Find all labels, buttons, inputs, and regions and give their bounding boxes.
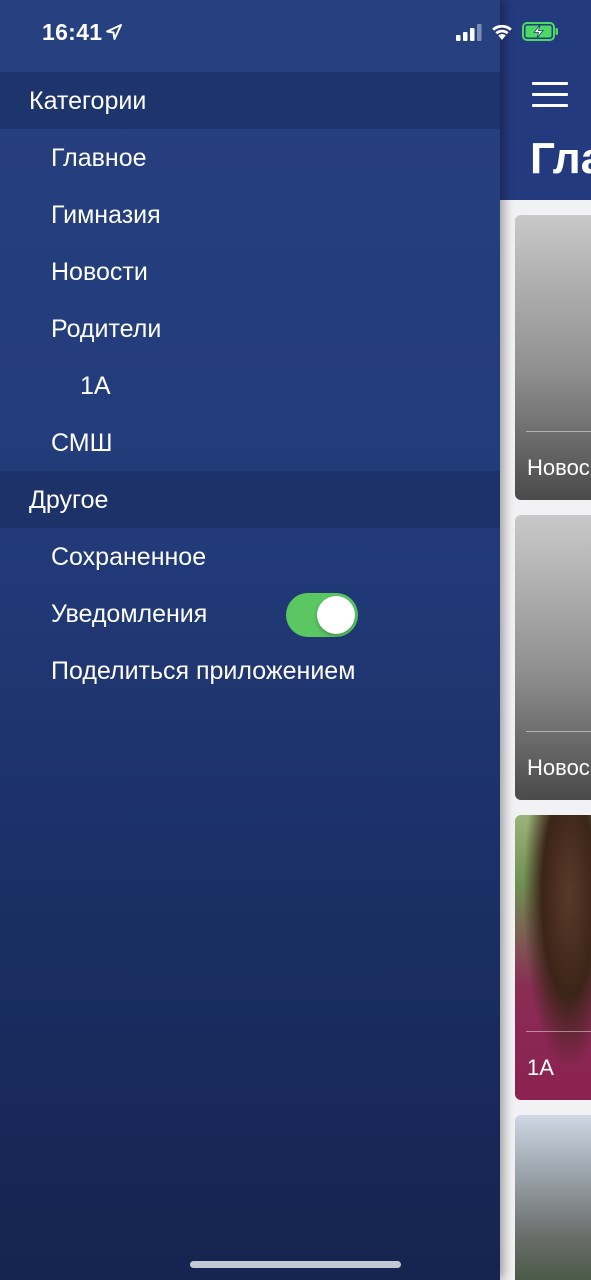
menu-item-smsh[interactable]: СМШ	[0, 414, 500, 471]
menu-item-label: Сохраненное	[51, 543, 207, 571]
menu-item-label: Родители	[51, 315, 162, 343]
menu-item-main[interactable]: Главное	[0, 129, 500, 186]
menu-item-news[interactable]: Новости	[0, 243, 500, 300]
card-category-label: Новос	[527, 755, 590, 780]
menu-item-label: Новости	[51, 258, 148, 286]
section-label: Другое	[29, 486, 109, 514]
menu-item-label: Главное	[51, 144, 147, 172]
app-screen: Гла Новос Новос 1А Категории Главное Гим…	[0, 0, 591, 1280]
menu-item-gymnasium[interactable]: Гимназия	[0, 186, 500, 243]
notifications-toggle[interactable]	[286, 593, 358, 637]
card-divider	[526, 731, 591, 732]
toggle-knob	[317, 596, 355, 634]
page-title: Гла	[530, 134, 591, 183]
menu-item-parents[interactable]: Родители	[0, 300, 500, 357]
news-card[interactable]: Новос	[515, 515, 591, 800]
news-card[interactable]: 1А	[515, 815, 591, 1100]
hamburger-icon[interactable]	[532, 82, 568, 108]
menu-item-notifications: Уведомления	[0, 585, 500, 642]
home-indicator	[190, 1261, 401, 1268]
battery-charging-icon	[522, 22, 558, 41]
location-arrow-icon	[106, 24, 122, 40]
navigation-drawer: Категории Главное Гимназия Новости Родит…	[0, 0, 500, 1280]
card-category-label: 1А	[527, 1055, 554, 1080]
card-divider	[526, 1031, 591, 1032]
status-time: 16:41	[42, 19, 103, 45]
section-header-categories: Категории	[0, 72, 500, 129]
menu-item-share-app[interactable]: Поделиться приложением	[0, 642, 500, 699]
status-bar: 16:41	[0, 0, 591, 64]
news-card[interactable]: Новос	[515, 215, 591, 500]
card-category-label: Новос	[527, 455, 590, 480]
card-divider	[526, 431, 591, 432]
menu-item-label: Гимназия	[51, 201, 161, 229]
menu-item-1a[interactable]: 1А	[0, 357, 500, 414]
menu-item-label: СМШ	[51, 429, 113, 457]
menu-item-saved[interactable]: Сохраненное	[0, 528, 500, 585]
section-header-other: Другое	[0, 471, 500, 528]
main-content-panel: Гла Новос Новос 1А	[500, 0, 591, 1280]
news-card[interactable]	[515, 1115, 591, 1280]
menu-item-label: 1А	[80, 372, 111, 400]
section-label: Категории	[29, 87, 147, 115]
menu-item-label: Уведомления	[51, 600, 208, 628]
wifi-icon	[492, 24, 512, 40]
cellular-signal-icon	[456, 24, 482, 41]
menu-item-label: Поделиться приложением	[51, 657, 356, 685]
